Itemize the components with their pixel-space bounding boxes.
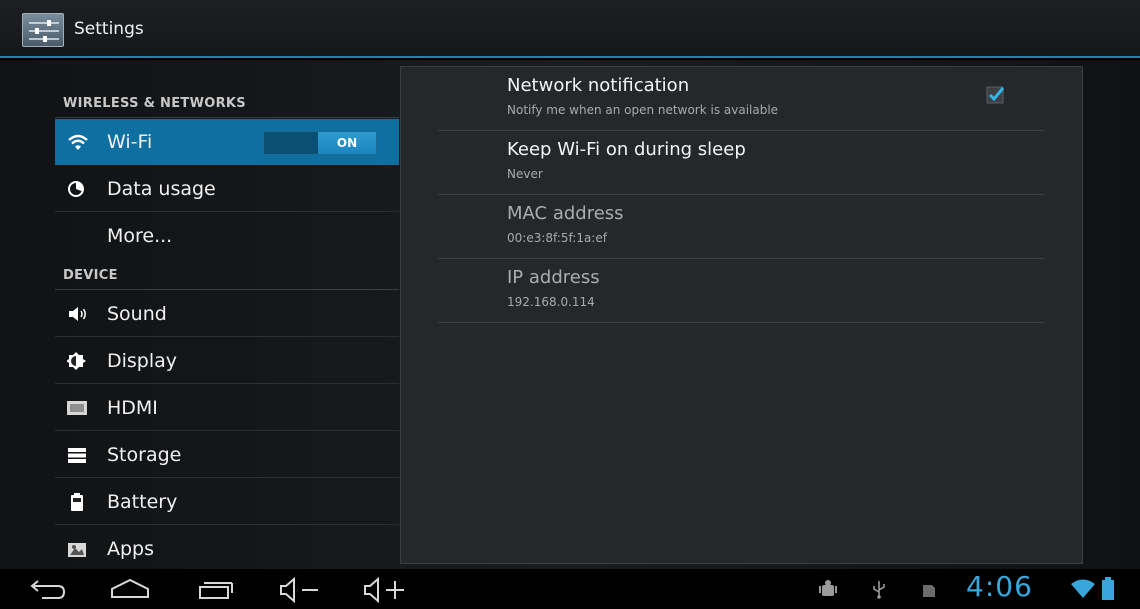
- sidebar-item-label: Storage: [107, 444, 182, 466]
- pref-network-notification[interactable]: Network notification Notify me when an o…: [438, 67, 1044, 131]
- hdmi-icon: [67, 398, 89, 418]
- sidebar-item-wifi[interactable]: Wi-Fi ON: [55, 119, 399, 165]
- sidebar-item-apps[interactable]: Apps: [55, 526, 399, 572]
- pref-mac-address: MAC address 00:e3:8f:5f:1a:ef: [438, 195, 1044, 259]
- pref-summary: Never: [507, 167, 543, 181]
- pref-title: MAC address: [507, 203, 624, 224]
- apps-icon: [67, 539, 89, 559]
- pref-keep-wifi-on[interactable]: Keep Wi-Fi on during sleep Never: [438, 131, 1044, 195]
- volume-up-icon[interactable]: [362, 576, 412, 607]
- pref-title: Network notification: [507, 75, 690, 96]
- sidebar-item-more[interactable]: More...: [55, 213, 399, 259]
- status-clock: 4:06: [966, 570, 1033, 603]
- section-header-device: DEVICE: [63, 268, 118, 283]
- home-icon[interactable]: [108, 577, 152, 605]
- content-area: WIRELESS & NETWORKS Wi-Fi ON Data usage …: [0, 60, 1140, 569]
- back-icon[interactable]: [28, 577, 68, 605]
- wifi-signal-icon: [1070, 578, 1096, 604]
- settings-list: WIRELESS & NETWORKS Wi-Fi ON Data usage …: [55, 60, 399, 569]
- sidebar-item-hdmi[interactable]: HDMI: [55, 385, 399, 431]
- wifi-toggle-state: ON: [318, 132, 376, 154]
- sidebar-item-label: Sound: [107, 303, 167, 325]
- volume-down-icon[interactable]: [278, 576, 322, 607]
- settings-sliders-icon[interactable]: [22, 13, 64, 47]
- section-divider: [55, 289, 399, 290]
- page-title: Settings: [74, 19, 144, 39]
- network-notification-checkbox[interactable]: [986, 84, 1006, 104]
- action-bar: Settings: [0, 0, 1140, 58]
- sidebar-item-label: Wi-Fi: [107, 131, 153, 153]
- sidebar-item-label: Battery: [107, 491, 178, 513]
- battery-icon: [67, 492, 89, 512]
- pref-summary: Notify me when an open network is availa…: [507, 103, 779, 117]
- system-nav-bar: 4:06: [0, 569, 1140, 609]
- android-debug-icon: [818, 579, 838, 603]
- sidebar-item-battery[interactable]: Battery: [55, 479, 399, 525]
- wifi-icon: [67, 132, 89, 152]
- sidebar-item-display[interactable]: Display: [55, 338, 399, 384]
- brightness-icon: [66, 351, 89, 371]
- sidebar-item-label: Display: [107, 350, 178, 372]
- usb-icon: [872, 579, 886, 603]
- section-header-wireless: WIRELESS & NETWORKS: [63, 96, 246, 111]
- recent-apps-icon[interactable]: [196, 577, 236, 605]
- sidebar-item-label: Data usage: [107, 178, 216, 200]
- pref-summary: 192.168.0.114: [507, 295, 595, 309]
- pref-summary: 00:e3:8f:5f:1a:ef: [507, 231, 607, 245]
- sidebar-item-data-usage[interactable]: Data usage: [55, 166, 399, 212]
- pref-title: IP address: [507, 267, 600, 288]
- pref-ip-address: IP address 192.168.0.114: [438, 259, 1044, 323]
- sidebar-item-label: HDMI: [107, 397, 158, 419]
- speaker-icon: [67, 304, 89, 324]
- sd-card-icon: [922, 583, 936, 602]
- wifi-toggle[interactable]: ON: [263, 131, 377, 155]
- sidebar-item-label: Apps: [107, 538, 155, 560]
- data-usage-icon: [67, 179, 89, 199]
- pref-title: Keep Wi-Fi on during sleep: [507, 139, 746, 160]
- sidebar-item-sound[interactable]: Sound: [55, 291, 399, 337]
- battery-full-icon: [1101, 577, 1115, 605]
- sidebar-item-label: More...: [107, 225, 173, 247]
- wifi-settings-panel: Network notification Notify me when an o…: [400, 66, 1083, 564]
- section-divider: [55, 117, 399, 118]
- storage-icon: [67, 445, 89, 465]
- sidebar-item-storage[interactable]: Storage: [55, 432, 399, 478]
